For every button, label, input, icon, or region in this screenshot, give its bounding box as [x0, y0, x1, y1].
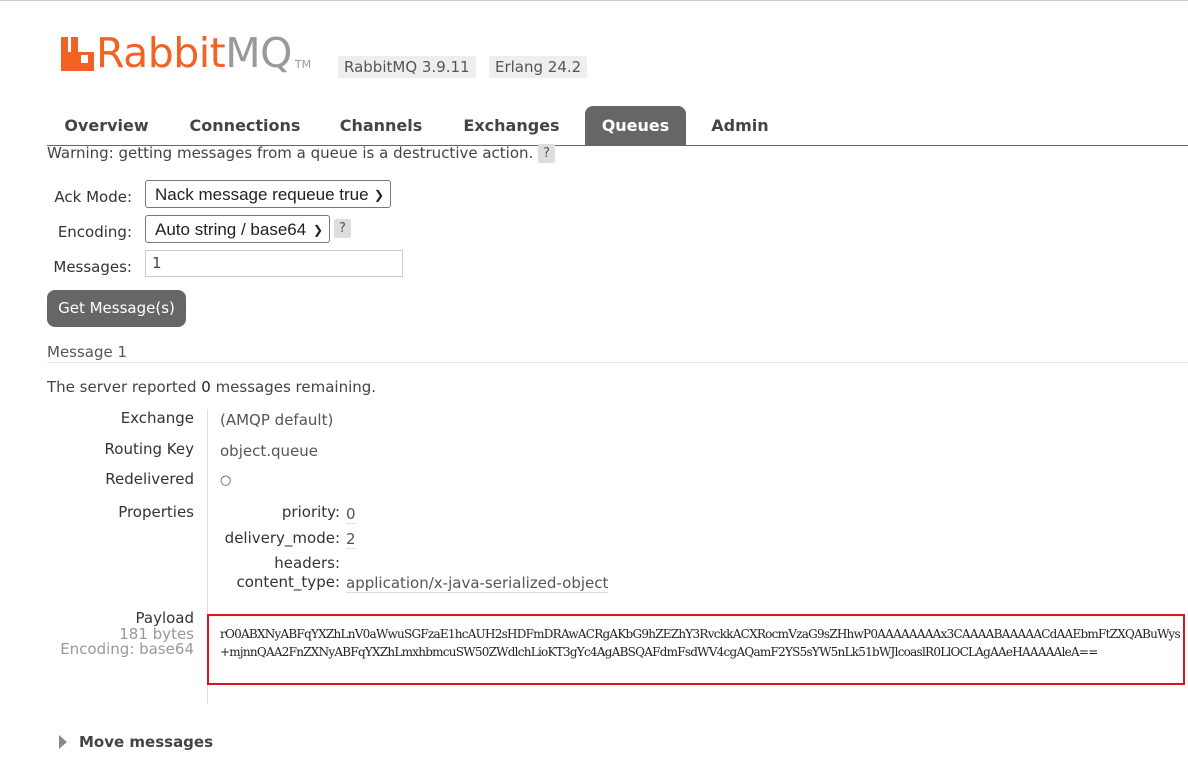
- redelivered-label: Redelivered: [105, 470, 194, 488]
- tab-connections[interactable]: Connections: [175, 106, 315, 145]
- chevron-down-icon: ❯: [373, 188, 384, 202]
- tab-admin[interactable]: Admin: [695, 106, 785, 145]
- message-title: Message 1: [47, 343, 128, 361]
- properties-label: Properties: [118, 503, 194, 521]
- expand-triangle-icon: [59, 735, 67, 749]
- routing-key-label: Routing Key: [104, 440, 194, 458]
- destructive-warning: Warning: getting messages from a queue i…: [47, 144, 555, 163]
- encoding-select[interactable]: Auto string / base64 ❯: [145, 215, 330, 243]
- get-messages-button[interactable]: Get Message(s): [47, 290, 186, 327]
- erlang-version-badge: Erlang 24.2: [489, 56, 588, 78]
- main-nav-tabs: Overview Connections Channels Exchanges …: [47, 106, 1188, 146]
- exchange-label: Exchange: [120, 409, 194, 427]
- headers-label: headers:: [274, 554, 340, 572]
- move-messages-toggle[interactable]: Move messages: [59, 733, 213, 751]
- ack-mode-select[interactable]: Nack message requeue true ❯: [145, 180, 391, 208]
- tab-channels[interactable]: Channels: [324, 106, 438, 145]
- priority-label: priority:: [281, 503, 340, 521]
- tab-overview[interactable]: Overview: [47, 106, 166, 145]
- redelivered-value: ○: [220, 473, 232, 488]
- delivery-mode-label: delivery_mode:: [224, 529, 340, 547]
- message-divider: [47, 362, 1188, 363]
- tab-queues[interactable]: Queues: [585, 106, 686, 145]
- content-type-value: application/x-java-serialized-object: [346, 574, 609, 593]
- ack-mode-label: Ack Mode:: [54, 188, 132, 206]
- remaining-status: The server reported 0 messages remaining…: [47, 378, 377, 396]
- top-border: [0, 0, 1188, 1]
- move-messages-label: Move messages: [79, 733, 214, 751]
- logo-trademark: TM: [294, 58, 312, 71]
- tab-exchanges[interactable]: Exchanges: [447, 106, 576, 145]
- payload-content: rO0ABXNyABFqYXZhLnV0aWwuSGFzaE1hcAUH2sHD…: [220, 627, 1181, 659]
- messages-count-input[interactable]: 1: [145, 250, 403, 277]
- payload-encoding: Encoding: base64: [60, 640, 194, 658]
- exchange-value: (AMQP default): [220, 411, 334, 429]
- encoding-value: Auto string / base64: [155, 220, 307, 239]
- content-type-label: content_type:: [236, 573, 341, 591]
- logo-wordmark: RabbitMQ: [96, 29, 292, 77]
- messages-label: Messages:: [53, 258, 132, 276]
- encoding-help-icon[interactable]: ?: [334, 219, 351, 238]
- priority-value: 0: [346, 505, 356, 524]
- rabbitmq-version-badge: RabbitMQ 3.9.11: [338, 56, 476, 78]
- encoding-label: Encoding:: [57, 223, 132, 241]
- rabbitmq-logo[interactable]: RabbitMQ TM: [61, 31, 311, 75]
- ack-mode-value: Nack message requeue true: [155, 185, 369, 204]
- routing-key-value: object.queue: [220, 442, 318, 460]
- warning-help-icon[interactable]: ?: [538, 144, 555, 163]
- delivery-mode-value: 2: [346, 530, 356, 549]
- chevron-down-icon: ❯: [312, 223, 323, 237]
- rabbitmq-logo-icon: [61, 37, 94, 71]
- warning-text: Warning: getting messages from a queue i…: [47, 144, 534, 162]
